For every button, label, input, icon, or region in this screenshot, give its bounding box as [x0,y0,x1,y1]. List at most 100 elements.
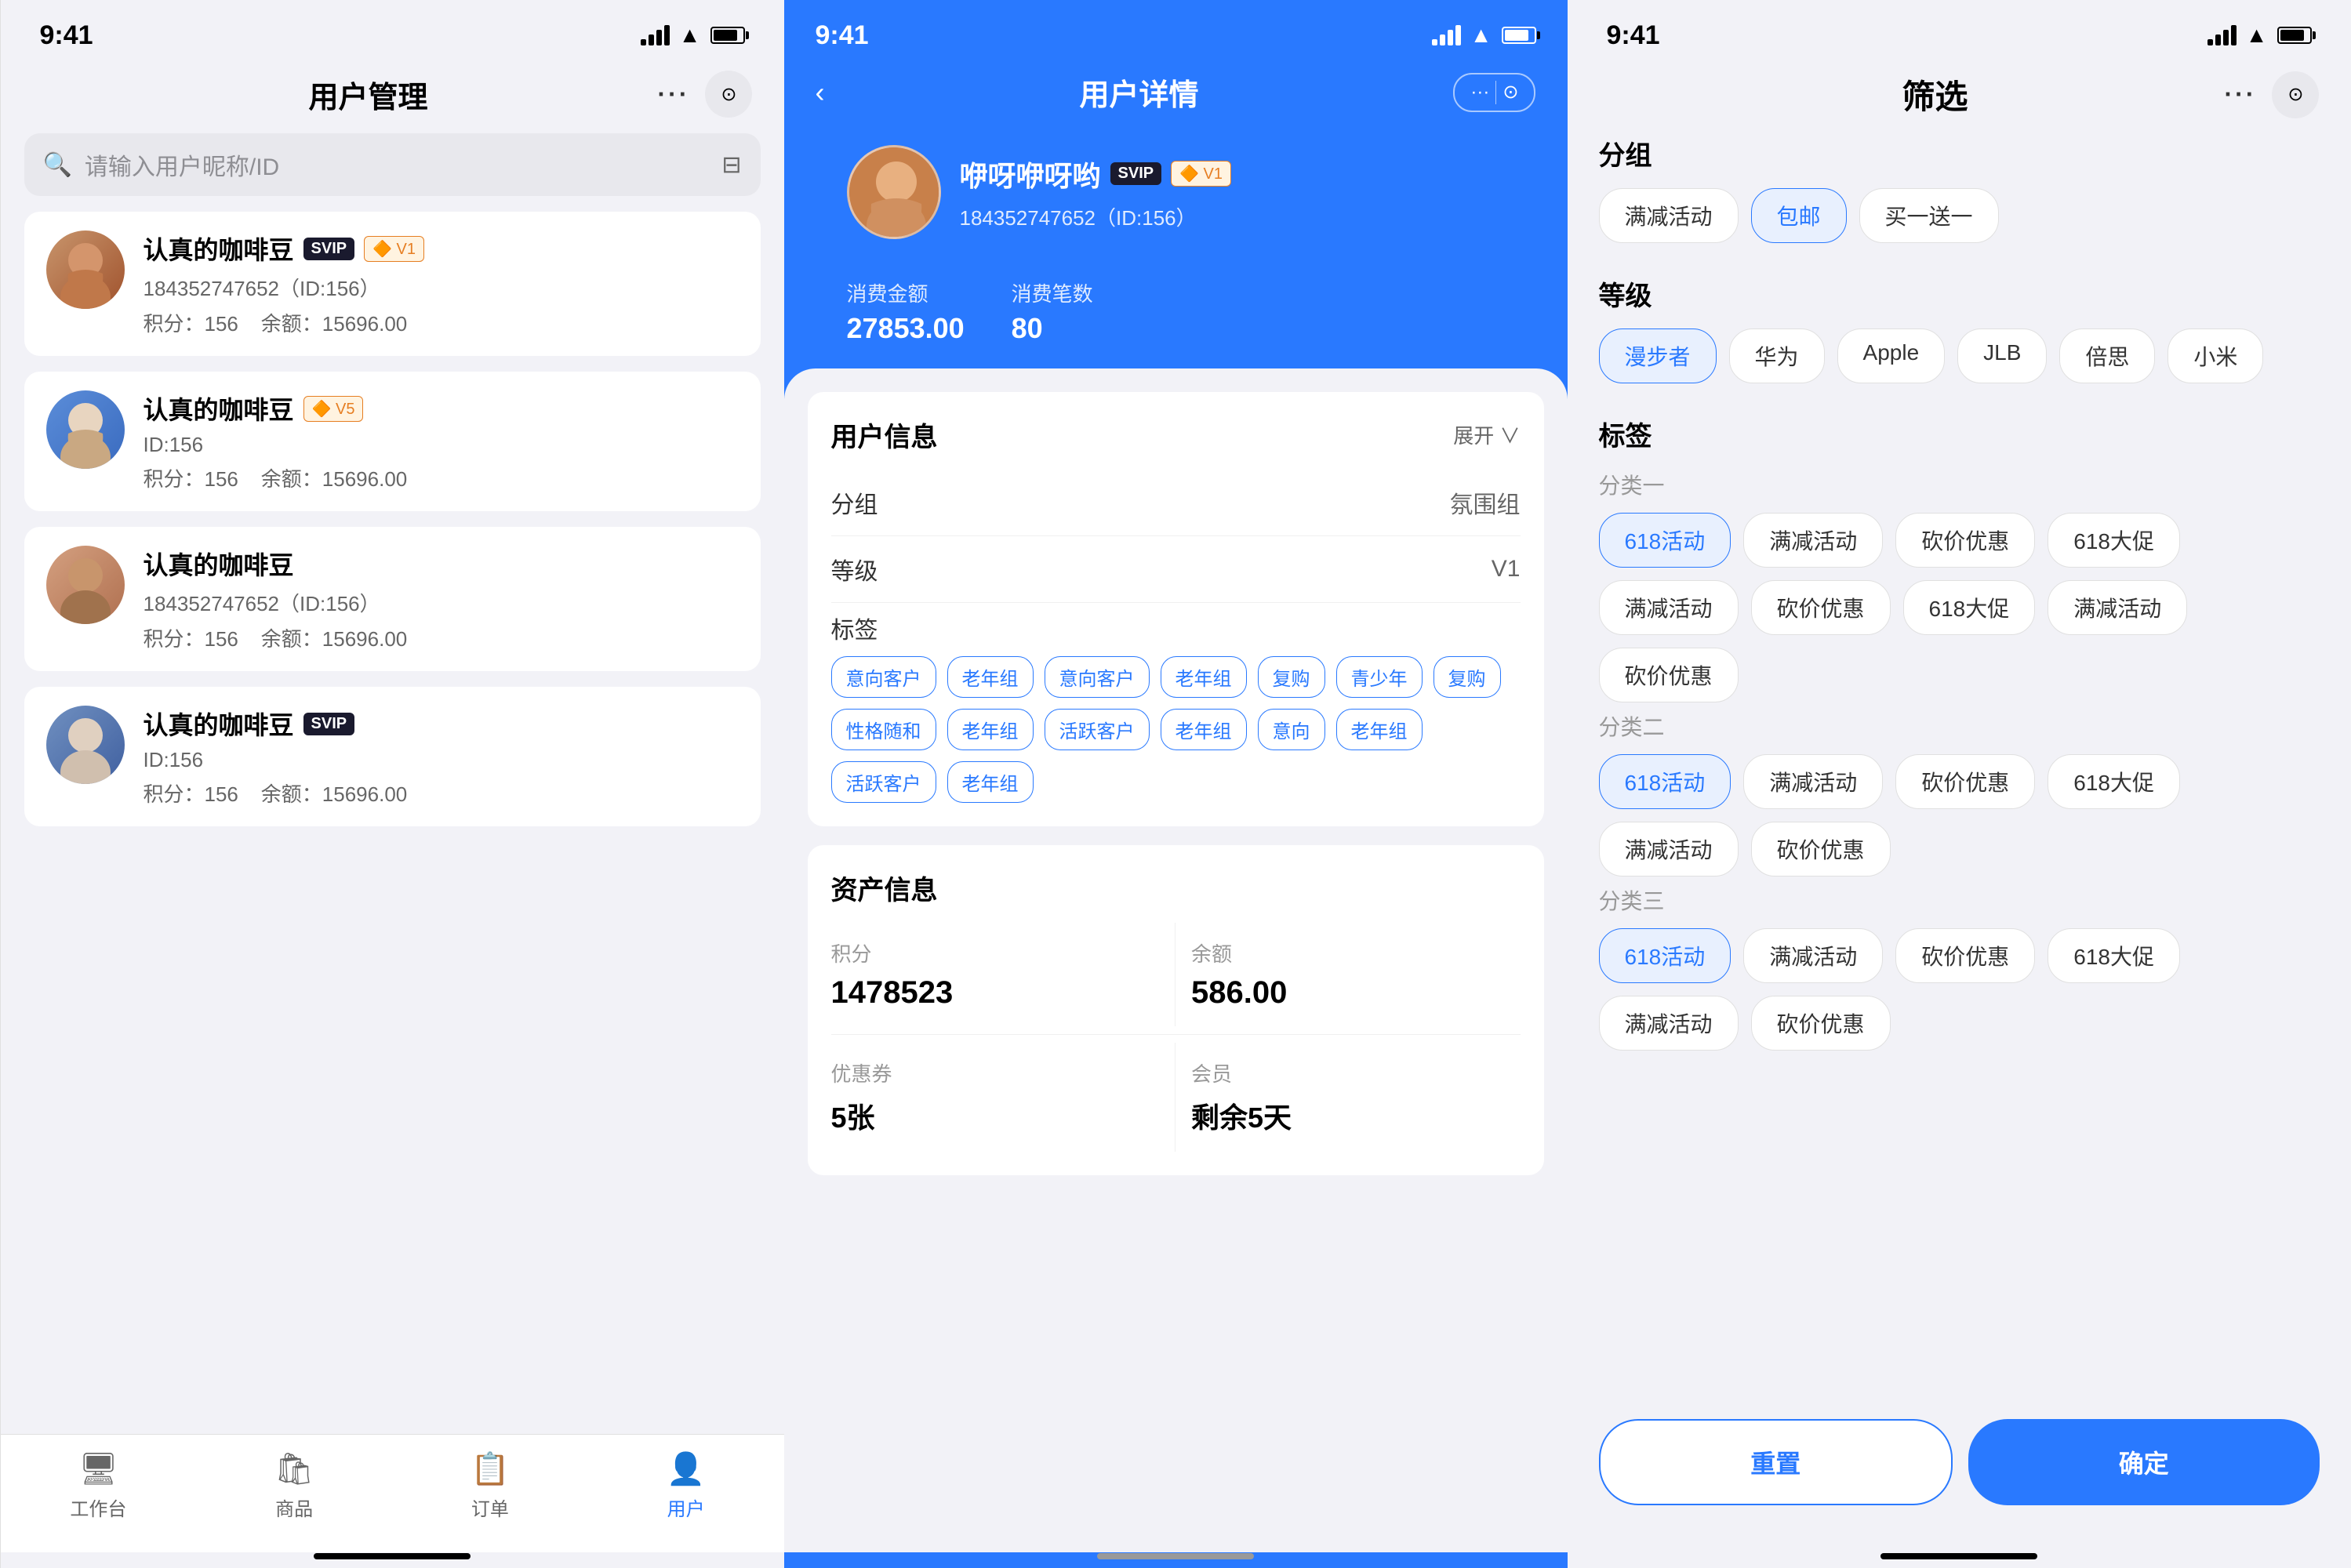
status-time-1: 9:41 [40,20,93,51]
chip-618大促-3[interactable]: 618大促 [2048,928,2180,983]
reset-button[interactable]: 重置 [1599,1419,1953,1505]
chip-砍价优惠-3[interactable]: 砍价优惠 [1895,928,2035,983]
subsection-title-cat1: 分类一 [1599,469,2320,500]
tag-item: 老年组 [947,761,1034,803]
group-label: 分组 [831,485,878,520]
user-info: 认真的咖啡豆 184352747652（ID:156） 积分：156 余额：15… [144,546,739,652]
chip-买一送一[interactable]: 买一送一 [1859,188,1999,243]
chip-618大促-1[interactable]: 618大促 [2048,513,2180,568]
status-icons-3: ▲ [2207,23,2312,48]
chip-砍价优惠-2b[interactable]: 砍价优惠 [1751,822,1891,877]
page-title-2: 用户详情 [1079,71,1198,114]
tag-item: 性格随和 [831,709,936,750]
member-value: 剩余5天 [1191,1095,1521,1136]
chip-砍价优惠-3b[interactable]: 砍价优惠 [1751,996,1891,1051]
filter-icon[interactable]: ⊟ [721,151,741,179]
list-item[interactable]: 认真的咖啡豆 SVIP 🔶 V1 184352747652（ID:156） 积分… [24,212,761,356]
tag-item: 复购 [1258,656,1325,698]
more-options-button[interactable]: ··· [658,80,690,109]
products-icon: 🛍 [274,1450,314,1487]
chip-618大促-2[interactable]: 618大促 [2048,754,2180,809]
chip-满减活动-3[interactable]: 满减活动 [1743,928,1883,983]
filter-section-title-level: 等级 [1599,274,2320,313]
chip-满减活动-2[interactable]: 满减活动 [1743,754,1883,809]
wifi-icon-2: ▲ [1470,23,1492,48]
chip-小米[interactable]: 小米 [2167,328,2263,383]
tag-item: 意向 [1258,709,1325,750]
consume-count: 消费笔数 80 [1012,278,1093,345]
info-row-level: 等级 V1 [831,536,1521,603]
users-icon: 👤 [667,1450,706,1487]
chip-砍价优惠-1c[interactable]: 砍价优惠 [1599,648,1739,702]
chip-满减活动[interactable]: 满减活动 [1599,188,1739,243]
chip-华为[interactable]: 华为 [1729,328,1825,383]
search-bar[interactable]: 🔍 请输入用户昵称/ID ⊟ [24,133,761,196]
chip-618活动-1[interactable]: 618活动 [1599,513,1731,568]
level-chips: 漫步者 华为 Apple JLB 倍思 小米 [1599,328,2320,383]
phone1: 9:41 ▲ 用户管理 ··· ⊙ 🔍 请输入用户昵称/ID ⊟ [1,0,784,1568]
svip-badge-detail: SVIP [1110,162,1162,185]
workbench-icon: 🖥 [78,1450,118,1487]
chip-砍价优惠-1b[interactable]: 砍价优惠 [1751,580,1891,635]
consume-amount-label: 消费金额 [847,278,965,307]
v5-badge: 🔶 V5 [303,396,364,422]
info-card-header: 用户信息 展开 ∨ [831,416,1521,454]
filter-section-title-tags: 标签 [1599,415,2320,453]
nav-bar-2: ‹ 用户详情 ··· ⊙ [816,63,1536,129]
phone2: 9:41 ▲ ‹ 用户详情 ··· [784,0,1568,1568]
user-name: 认真的咖啡豆 [144,230,294,267]
chip-Apple[interactable]: Apple [1837,328,1946,383]
search-input[interactable]: 请输入用户昵称/ID [85,147,279,182]
avatar [46,390,125,469]
expand-button[interactable]: 展开 ∨ [1453,420,1520,449]
list-item[interactable]: 认真的咖啡豆 SVIP ID:156 积分：156 余额：15696.00 [24,687,761,826]
chip-618活动-3[interactable]: 618活动 [1599,928,1731,983]
chip-满减活动-2b[interactable]: 满减活动 [1599,822,1739,877]
tab-orders[interactable]: 📋 订单 [392,1450,588,1521]
tab-workbench[interactable]: 🖥 工作台 [1,1450,197,1521]
user-id: ID:156 [144,748,739,772]
member-item: 会员 剩余5天 [1176,1043,1521,1152]
phone3: 9:41 ▲ 筛选 ··· ⊙ 分组 满减活动 [1568,0,2351,1568]
more-options-button-3[interactable]: ··· [2225,80,2257,109]
chip-满减活动-1b[interactable]: 满减活动 [1599,580,1739,635]
list-item[interactable]: 认真的咖啡豆 🔶 V5 ID:156 积分：156 余额：15696.00 [24,372,761,511]
chip-满减活动-1c[interactable]: 满减活动 [2048,580,2187,635]
battery-icon-3 [2277,27,2312,44]
chip-618活动-2[interactable]: 618活动 [1599,754,1731,809]
tab-products[interactable]: 🛍 商品 [196,1450,392,1521]
status-bar-1: 9:41 ▲ [1,0,784,63]
v1-badge: 🔶 V1 [364,236,424,262]
cat1-chips: 618活动 满减活动 砍价优惠 618大促 满减活动 砍价优惠 618大促 满减… [1599,513,2320,702]
list-item[interactable]: 认真的咖啡豆 184352747652（ID:156） 积分：156 余额：15… [24,527,761,671]
balance-label: 余额 [1191,938,1521,967]
more-options-button-2[interactable]: ··· ⊙ [1453,73,1535,112]
status-time-2: 9:41 [816,20,869,51]
chip-漫步者[interactable]: 漫步者 [1599,328,1717,383]
nav-actions-1: ··· ⊙ [658,71,753,118]
chip-砍价优惠-1[interactable]: 砍价优惠 [1895,513,2035,568]
user-name: 认真的咖啡豆 [144,390,294,426]
chip-倍思[interactable]: 倍思 [2059,328,2155,383]
tab-label-users: 用户 [667,1494,705,1521]
chip-JLB[interactable]: JLB [1957,328,2047,383]
avatar [46,706,125,784]
coupon-value: 5张 [831,1095,1160,1136]
back-button[interactable]: ‹ [816,76,825,109]
scan-button-3[interactable]: ⊙ [2272,71,2319,118]
chip-满减活动-3b[interactable]: 满减活动 [1599,996,1739,1051]
consume-count-value: 80 [1012,312,1093,345]
chip-砍价优惠-2[interactable]: 砍价优惠 [1895,754,2035,809]
chip-包邮[interactable]: 包邮 [1751,188,1847,243]
chip-618大促-1b[interactable]: 618大促 [1903,580,2036,635]
status-time-3: 9:41 [1607,20,1660,51]
chip-满减活动-1[interactable]: 满减活动 [1743,513,1883,568]
balance-value: 586.00 [1191,975,1521,1011]
subsection-title-cat2: 分类二 [1599,710,2320,742]
consume-count-label: 消费笔数 [1012,278,1093,307]
asset-card-title: 资产信息 [831,869,938,907]
scan-button[interactable]: ⊙ [705,71,752,118]
confirm-button[interactable]: 确定 [1968,1419,2320,1505]
tab-users[interactable]: 👤 用户 [588,1450,784,1521]
signal-icon-3 [2207,25,2237,45]
